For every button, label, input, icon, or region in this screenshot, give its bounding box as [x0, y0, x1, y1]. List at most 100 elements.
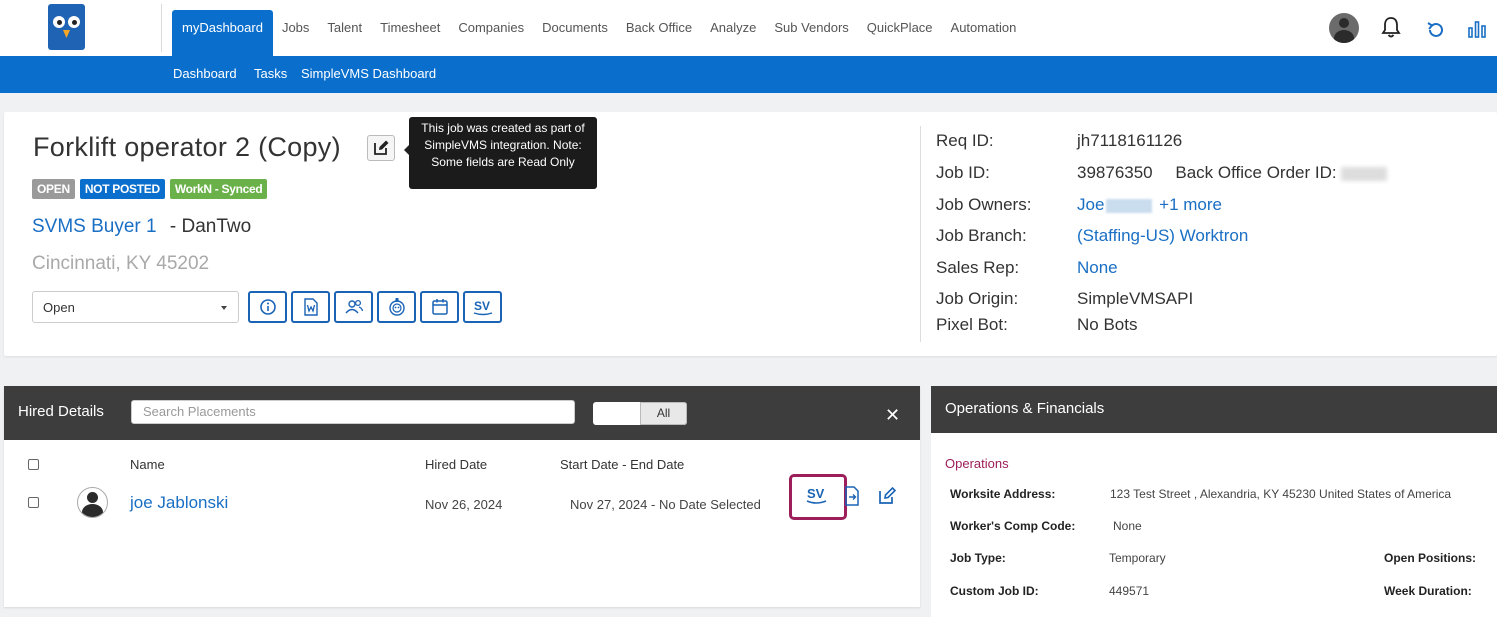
open-positions-label: Open Positions: — [1384, 551, 1477, 565]
buyer-contact: - DanTwo — [169, 216, 252, 237]
info-icon — [259, 299, 276, 315]
date-range: Nov 27, 2024 - No Date Selected — [570, 497, 761, 512]
owner-redacted — [1106, 198, 1153, 213]
job-owner-name[interactable]: Joe — [1077, 195, 1104, 214]
top-navbar: myDashboard Jobs Talent Timesheet Compan… — [0, 0, 1497, 56]
avatar — [77, 487, 108, 518]
start-date: Nov 27, 2024 — [570, 497, 648, 512]
word-doc-icon — [303, 298, 318, 316]
badge-open: OPEN — [32, 179, 75, 199]
back-office-order-label: Back Office Order ID: — [1175, 163, 1337, 182]
custom-job-id-label: Custom Job ID: — [950, 584, 1039, 598]
job-owners-value[interactable]: Joe +1 more — [1077, 195, 1222, 215]
custom-job-id-value: 449571 — [1109, 584, 1150, 598]
job-origin-label: Job Origin: — [936, 289, 1019, 308]
end-date: No Date Selected — [658, 497, 761, 512]
edit-title-button[interactable] — [367, 135, 395, 161]
main-menu: myDashboard Jobs Talent Timesheet Compan… — [172, 10, 1025, 56]
nav-item-talent[interactable]: Talent — [318, 10, 371, 56]
nav-item-back-office[interactable]: Back Office — [617, 10, 701, 56]
subnav-dashboard[interactable]: Dashboard — [173, 66, 237, 81]
nav-item-sub-vendors[interactable]: Sub Vendors — [765, 10, 857, 56]
nav-item-automation[interactable]: Automation — [942, 10, 1026, 56]
analytics-bar-icon[interactable] — [1467, 20, 1487, 38]
calendar-icon — [431, 299, 448, 315]
nav-divider — [161, 4, 162, 52]
bot-icon — [388, 298, 405, 316]
job-type-label: Job Type: — [950, 551, 1006, 565]
job-title: Forklift operator 2 (Copy) — [33, 132, 341, 162]
worksite-label: Worksite Address: — [950, 487, 1056, 501]
date-separator: - — [650, 497, 656, 512]
user-avatar[interactable] — [1329, 13, 1359, 43]
comp-code-label: Worker's Comp Code: — [950, 519, 1076, 533]
req-divider — [920, 126, 921, 342]
edit-icon — [374, 140, 389, 155]
edit-icon[interactable] — [877, 486, 897, 506]
job-id-value: 39876350 — [1077, 163, 1153, 182]
candidate-name-link[interactable]: joe Jablonski — [130, 493, 228, 513]
buyer-link[interactable]: SVMS Buyer 1 — [32, 216, 157, 237]
row-checkbox[interactable] — [28, 497, 39, 508]
badge-workn-synced: WorkN - Synced — [169, 179, 268, 199]
close-icon[interactable]: ✕ — [885, 405, 900, 426]
document-export-icon[interactable] — [844, 486, 860, 506]
nav-item-quickplace[interactable]: QuickPlace — [858, 10, 942, 56]
nav-item-companies[interactable]: Companies — [449, 10, 533, 56]
hired-details-panel: Hired Details Search Placements All ✕ Na… — [4, 386, 920, 607]
toggle-all[interactable]: All — [640, 402, 687, 425]
operations-subtitle: Operations — [945, 456, 1009, 471]
refresh-icon[interactable] — [1426, 20, 1446, 40]
req-id-value: jh7118161126 — [1077, 131, 1183, 150]
simplevms-sv-icon[interactable]: SV — [804, 485, 830, 507]
simplevms-button[interactable]: SV — [463, 291, 502, 323]
svg-text:SV: SV — [807, 486, 825, 501]
search-placements-input[interactable]: Search Placements — [131, 400, 575, 424]
job-type-value: Temporary — [1109, 551, 1166, 565]
job-summary-card: Forklift operator 2 (Copy) This job was … — [4, 112, 1497, 356]
simplevms-sv-icon: SV — [473, 299, 492, 316]
job-branch-link[interactable]: (Staffing-US) Worktron — [1077, 226, 1248, 246]
readonly-tooltip: This job was created as part of SimpleVM… — [409, 117, 597, 189]
col-hired-date: Hired Date — [425, 457, 488, 472]
job-id-label: Job ID: — [936, 163, 990, 182]
owl-logo-icon[interactable] — [48, 4, 85, 50]
hired-date: Nov 26, 2024 — [425, 497, 503, 512]
req-id-label: Req ID: — [936, 131, 994, 150]
back-office-order-redacted — [1341, 166, 1388, 181]
bell-icon[interactable] — [1380, 15, 1402, 39]
nav-item-jobs[interactable]: Jobs — [273, 10, 318, 56]
subnav-simplevms-dashboard[interactable]: SimpleVMS Dashboard — [301, 66, 436, 81]
pixel-bot-label: Pixel Bot: — [936, 315, 1008, 334]
nav-item-timesheet[interactable]: Timesheet — [371, 10, 449, 56]
nav-item-mydashboard[interactable]: myDashboard — [172, 10, 273, 56]
users-button[interactable] — [334, 291, 373, 323]
subnav-tasks[interactable]: Tasks — [254, 66, 287, 81]
owners-more-link[interactable]: +1 more — [1159, 195, 1222, 214]
bot-button[interactable] — [377, 291, 416, 323]
col-start-end-date: Start Date - End Date — [560, 457, 685, 472]
job-location: Cincinnati, KY 45202 — [32, 253, 210, 274]
nav-item-documents[interactable]: Documents — [533, 10, 617, 56]
col-name: Name — [130, 457, 165, 472]
users-icon — [344, 299, 363, 314]
hired-details-title: Hired Details — [18, 403, 104, 420]
job-origin-value: SimpleVMSAPI — [1077, 289, 1194, 308]
sales-rep-link[interactable]: None — [1077, 258, 1118, 278]
word-document-button[interactable] — [291, 291, 330, 323]
job-branch-label: Job Branch: — [936, 226, 1027, 245]
badge-not-posted: NOT POSTED — [79, 179, 165, 199]
filter-toggle[interactable]: All — [593, 402, 687, 425]
pixel-bot-value: No Bots — [1077, 315, 1138, 334]
operations-title: Operations & Financials — [945, 400, 1105, 417]
job-id-group: 39876350 Back Office Order ID: — [1077, 163, 1388, 183]
info-button[interactable] — [248, 291, 287, 323]
select-all-checkbox[interactable] — [28, 459, 39, 470]
operations-header: Operations & Financials — [931, 386, 1497, 433]
calendar-button[interactable] — [420, 291, 459, 323]
job-status-select[interactable]: Open — [32, 291, 239, 323]
status-badges: OPEN NOT POSTED WorkN - Synced — [32, 179, 268, 199]
worksite-value: 123 Test Street , Alexandria, KY 45230 U… — [1110, 487, 1452, 501]
job-action-buttons: SV — [248, 291, 502, 323]
nav-item-analyze[interactable]: Analyze — [701, 10, 765, 56]
